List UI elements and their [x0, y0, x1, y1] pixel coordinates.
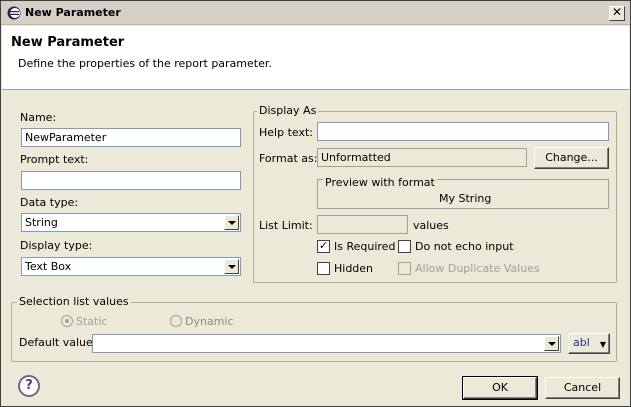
preview-title: Preview with format — [323, 176, 437, 189]
name-field[interactable]: NewParameter — [21, 128, 241, 147]
list-limit-field — [317, 215, 408, 234]
default-value-combo[interactable] — [92, 334, 561, 353]
hidden-label: Hidden — [334, 262, 374, 275]
is-required-label: Is Required — [334, 240, 396, 253]
expression-label: abl — [573, 336, 590, 349]
allow-duplicates-label: Allow Duplicate Values — [415, 262, 540, 275]
window-title: New Parameter — [25, 6, 121, 19]
header-description: Define the properties of the report para… — [18, 57, 272, 70]
display-type-select[interactable]: Text Box — [21, 257, 241, 276]
selection-list-group — [11, 302, 617, 362]
static-label: Static — [76, 315, 108, 328]
expression-builder-button[interactable]: abl ▼ — [568, 333, 610, 354]
display-as-title: Display As — [257, 104, 319, 117]
display-type-value: Text Box — [25, 260, 72, 273]
new-parameter-dialog: New Parameter ✕ New Parameter Define the… — [0, 0, 631, 407]
close-icon[interactable]: ✕ — [609, 6, 625, 21]
display-type-label: Display type: — [20, 239, 93, 252]
data-type-label: Data type: — [20, 196, 79, 209]
title-bar[interactable]: New Parameter ✕ — [1, 1, 630, 25]
eclipse-icon — [7, 6, 21, 20]
dynamic-label: Dynamic — [185, 315, 234, 328]
prompt-text-field[interactable] — [21, 171, 241, 190]
default-value-label: Default value: — [19, 336, 97, 349]
hidden-checkbox[interactable] — [317, 262, 330, 275]
cancel-button[interactable]: Cancel — [545, 377, 620, 399]
no-echo-checkbox[interactable] — [398, 240, 411, 253]
change-format-button[interactable]: Change... — [534, 147, 609, 169]
name-label: Name: — [20, 111, 57, 124]
format-as-field: Unformatted — [317, 148, 527, 167]
prompt-text-label: Prompt text: — [20, 153, 89, 166]
chevron-down-icon[interactable] — [224, 259, 239, 274]
data-type-value: String — [25, 216, 58, 229]
dialog-header: New Parameter Define the properties of t… — [2, 26, 629, 90]
selection-list-title: Selection list values — [17, 295, 131, 308]
allow-duplicates-checkbox — [398, 262, 411, 275]
list-limit-label: List Limit: — [259, 219, 313, 232]
is-required-checkbox[interactable]: ✓ — [317, 240, 330, 253]
header-title: New Parameter — [11, 35, 125, 50]
help-text-field[interactable] — [317, 122, 609, 141]
chevron-down-icon[interactable] — [544, 336, 559, 351]
no-echo-label: Do not echo input — [415, 240, 514, 253]
dynamic-radio — [170, 315, 182, 327]
format-as-label: Format as: — [259, 152, 318, 165]
chevron-down-icon[interactable] — [224, 215, 239, 230]
static-radio — [61, 315, 73, 327]
values-label: values — [413, 219, 449, 232]
chevron-down-icon: ▼ — [599, 340, 606, 349]
help-icon[interactable]: ? — [18, 375, 40, 397]
ok-button[interactable]: OK — [462, 376, 538, 400]
data-type-select[interactable]: String — [21, 213, 241, 232]
preview-value: My String — [439, 192, 492, 205]
help-text-label: Help text: — [259, 126, 313, 139]
